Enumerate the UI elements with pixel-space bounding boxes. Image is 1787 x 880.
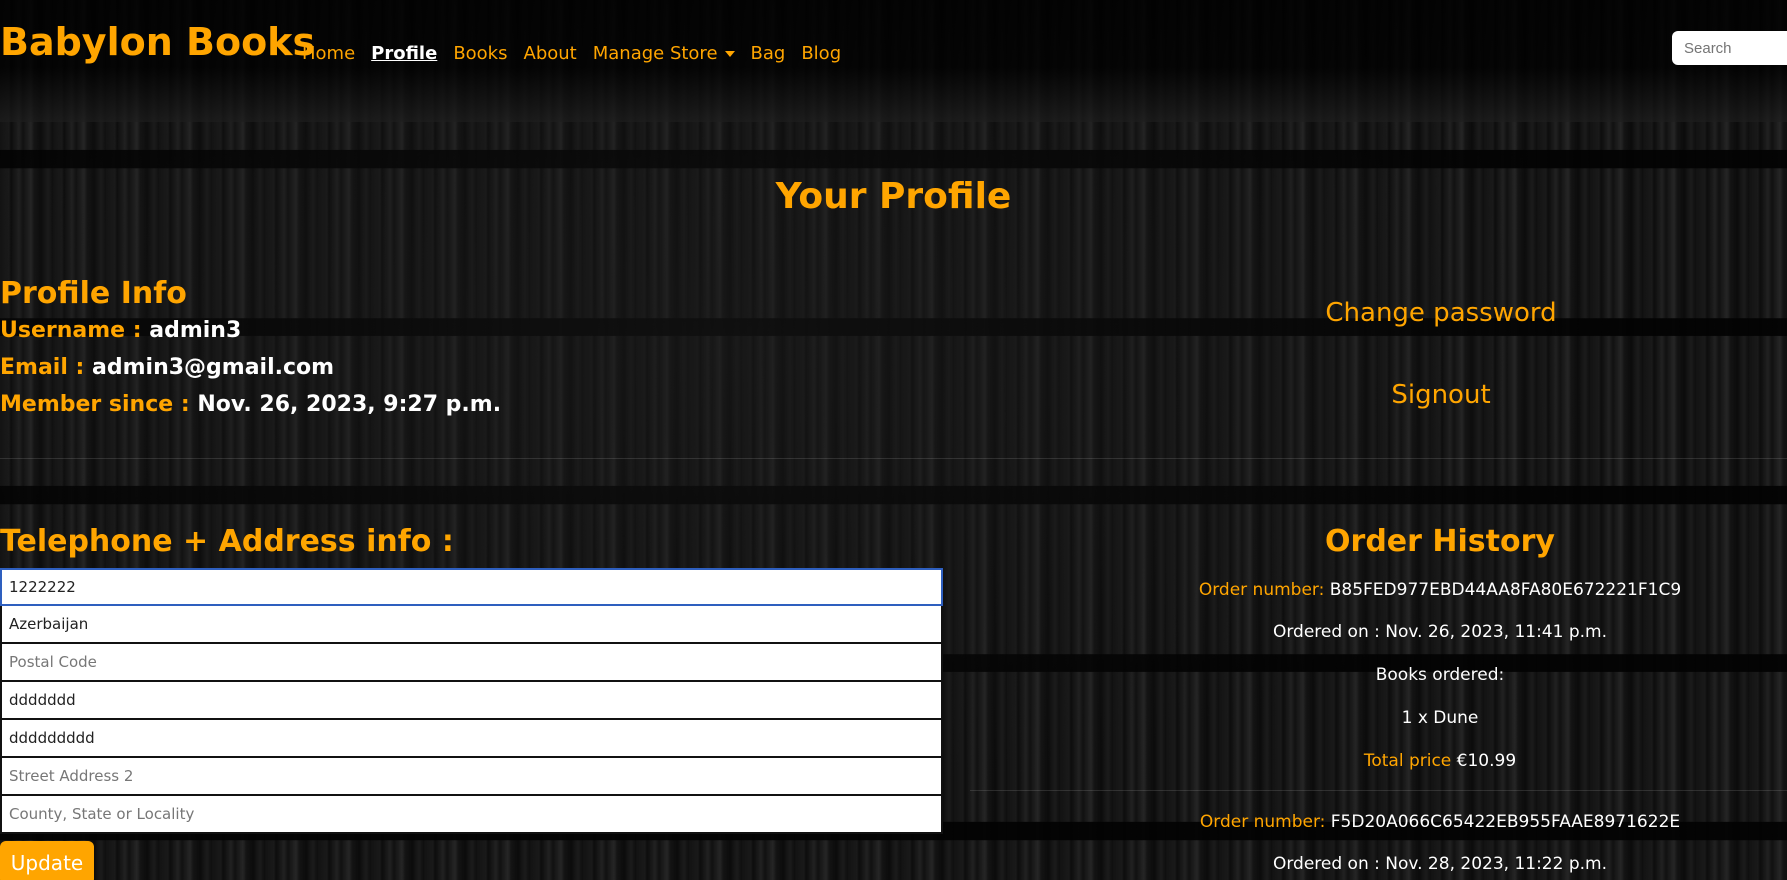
order-total-label: Total price xyxy=(1363,751,1452,771)
signout-link[interactable]: Signout xyxy=(1231,380,1651,410)
county-field[interactable] xyxy=(0,796,943,834)
username-value: admin3 xyxy=(149,318,242,343)
update-button[interactable]: Update xyxy=(0,841,94,880)
brand-logo[interactable]: Babylon Books xyxy=(0,20,315,64)
email-label: Email : xyxy=(0,355,85,380)
city-field[interactable] xyxy=(0,682,943,720)
order-total-value: €10.99 xyxy=(1456,751,1517,771)
order-number-row: Order number: B85FED977EBD44AA8FA80E6722… xyxy=(1150,580,1730,600)
username-label: Username : xyxy=(0,318,142,343)
order-divider xyxy=(970,790,1787,791)
member-since-row: Member since : Nov. 26, 2023, 9:27 p.m. xyxy=(0,392,501,417)
nav-profile[interactable]: Profile xyxy=(371,43,437,64)
address-form xyxy=(0,568,944,834)
nav-blog[interactable]: Blog xyxy=(801,43,841,64)
postal-code-field[interactable] xyxy=(0,644,943,682)
site-header: Babylon Books Home Profile Books About M… xyxy=(0,0,1787,122)
nav-books[interactable]: Books xyxy=(453,43,507,64)
country-field[interactable] xyxy=(0,606,943,644)
address-info-title: Telephone + Address info : xyxy=(0,524,454,559)
order-date: Ordered on : Nov. 28, 2023, 11:22 p.m. xyxy=(1272,854,1608,874)
change-password-link[interactable]: Change password xyxy=(1231,298,1651,328)
nav-manage-store[interactable]: Manage Store xyxy=(593,43,735,64)
street-address-2-field[interactable] xyxy=(0,758,943,796)
street-address-1-field[interactable] xyxy=(0,720,943,758)
phone-field[interactable] xyxy=(0,568,943,606)
page-title: Your Profile xyxy=(775,176,1012,217)
nav-bag[interactable]: Bag xyxy=(751,43,786,64)
page-content: Babylon Books Home Profile Books About M… xyxy=(0,0,1787,880)
main-nav: Home Profile Books About Manage Store Ba… xyxy=(302,43,841,64)
order-number-row: Order number: F5D20A066C65422EB955FAAE89… xyxy=(1150,812,1730,832)
nav-about[interactable]: About xyxy=(524,43,577,64)
section-divider xyxy=(0,458,1787,459)
member-since-label: Member since : xyxy=(0,392,190,417)
order-date: Ordered on : Nov. 26, 2023, 11:41 p.m. xyxy=(1272,622,1608,642)
chevron-down-icon xyxy=(724,51,735,57)
order-history-title: Order History xyxy=(1325,524,1555,559)
member-since-value: Nov. 26, 2023, 9:27 p.m. xyxy=(197,392,502,417)
search-input[interactable] xyxy=(1672,31,1787,65)
nav-manage-store-label: Manage Store xyxy=(592,43,718,64)
email-row: Email : admin3@gmail.com xyxy=(0,355,334,380)
books-ordered-label: Books ordered: xyxy=(1375,665,1505,685)
profile-info-title: Profile Info xyxy=(0,276,187,311)
order-number-value: F5D20A066C65422EB955FAAE8971622E xyxy=(1330,812,1681,832)
username-row: Username : admin3 xyxy=(0,318,241,343)
nav-home[interactable]: Home xyxy=(302,43,355,64)
order-number-label: Order number: xyxy=(1199,812,1326,832)
books-ordered-item: 1 x Dune xyxy=(1401,708,1479,728)
order-total-row: Total price €10.99 xyxy=(1150,751,1730,771)
order-number-label: Order number: xyxy=(1198,580,1325,600)
email-value: admin3@gmail.com xyxy=(92,355,335,380)
order-number-value: B85FED977EBD44AA8FA80E672221F1C9 xyxy=(1329,580,1682,600)
